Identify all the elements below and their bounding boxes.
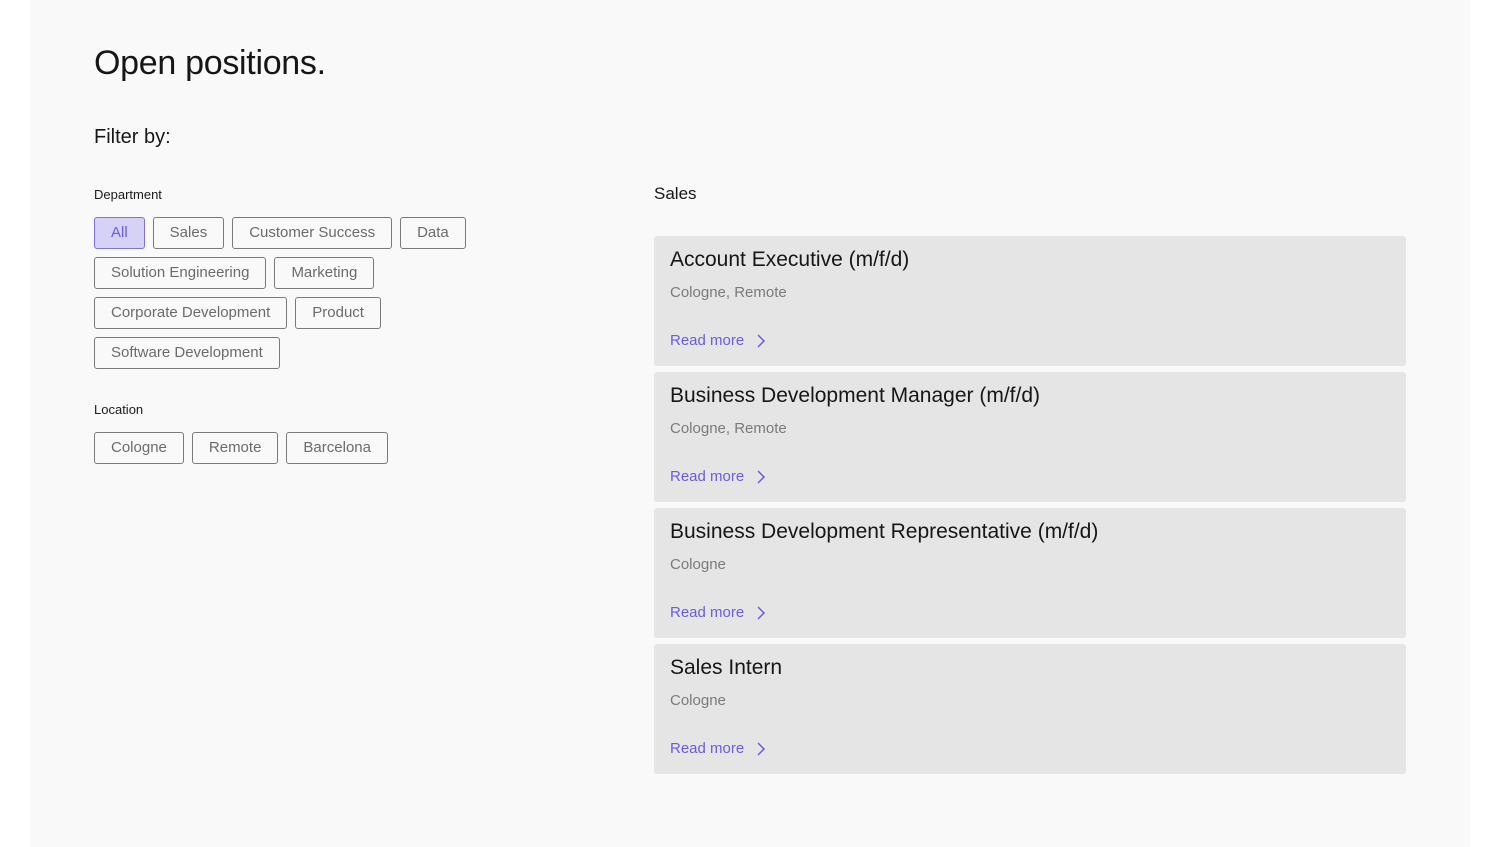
location-chip-barcelona[interactable]: Barcelona (286, 432, 388, 464)
department-filter-chips: All Sales Customer Success Data Solution… (94, 217, 494, 369)
read-more-label: Read more (670, 604, 745, 621)
department-chip-product[interactable]: Product (295, 297, 381, 329)
chevron-right-icon (757, 469, 766, 484)
job-title: Business Development Representative (m/f… (670, 520, 1099, 543)
department-chip-customer-success[interactable]: Customer Success (232, 217, 393, 249)
chevron-right-icon (757, 741, 766, 756)
job-card: Account Executive (m/f/d) Cologne, Remot… (654, 236, 1406, 366)
job-title: Sales Intern (670, 656, 783, 679)
chevron-right-icon (757, 333, 766, 348)
department-chip-solution-engineering[interactable]: Solution Engineering (94, 257, 267, 289)
job-card: Business Development Manager (m/f/d) Col… (654, 372, 1406, 502)
read-more-label: Read more (670, 740, 745, 757)
results-section-title: Sales (654, 184, 697, 203)
job-card: Business Development Representative (m/f… (654, 508, 1406, 638)
department-chip-software-development[interactable]: Software Development (94, 337, 280, 369)
job-location: Cologne (670, 692, 726, 709)
filter-heading: Filter by: (94, 126, 171, 148)
job-location: Cologne, Remote (670, 284, 787, 301)
location-filter-label: Location (94, 402, 144, 417)
department-chip-marketing[interactable]: Marketing (274, 257, 375, 289)
read-more-link[interactable]: Read more (670, 468, 766, 485)
department-chip-sales[interactable]: Sales (152, 217, 225, 249)
page-title: Open positions. (94, 44, 326, 82)
department-chip-data[interactable]: Data (400, 217, 466, 249)
job-list: Account Executive (m/f/d) Cologne, Remot… (654, 236, 1406, 774)
department-chip-all[interactable]: All (94, 217, 145, 249)
read-more-label: Read more (670, 468, 745, 485)
read-more-link[interactable]: Read more (670, 740, 766, 757)
read-more-link[interactable]: Read more (670, 604, 766, 621)
job-title: Business Development Manager (m/f/d) (670, 384, 1040, 407)
chevron-right-icon (757, 605, 766, 620)
location-chip-cologne[interactable]: Cologne (94, 432, 184, 464)
read-more-link[interactable]: Read more (670, 332, 766, 349)
read-more-label: Read more (670, 332, 745, 349)
location-filter-chips: Cologne Remote Barcelona (94, 432, 494, 464)
careers-page: Open positions. Filter by: Department Al… (30, 0, 1470, 847)
location-chip-remote[interactable]: Remote (191, 432, 279, 464)
department-filter-label: Department (94, 187, 162, 202)
job-location: Cologne, Remote (670, 420, 787, 437)
department-chip-corporate-development[interactable]: Corporate Development (94, 297, 288, 329)
job-location: Cologne (670, 556, 726, 573)
job-card: Sales Intern Cologne Read more (654, 644, 1406, 774)
job-title: Account Executive (m/f/d) (670, 248, 910, 271)
